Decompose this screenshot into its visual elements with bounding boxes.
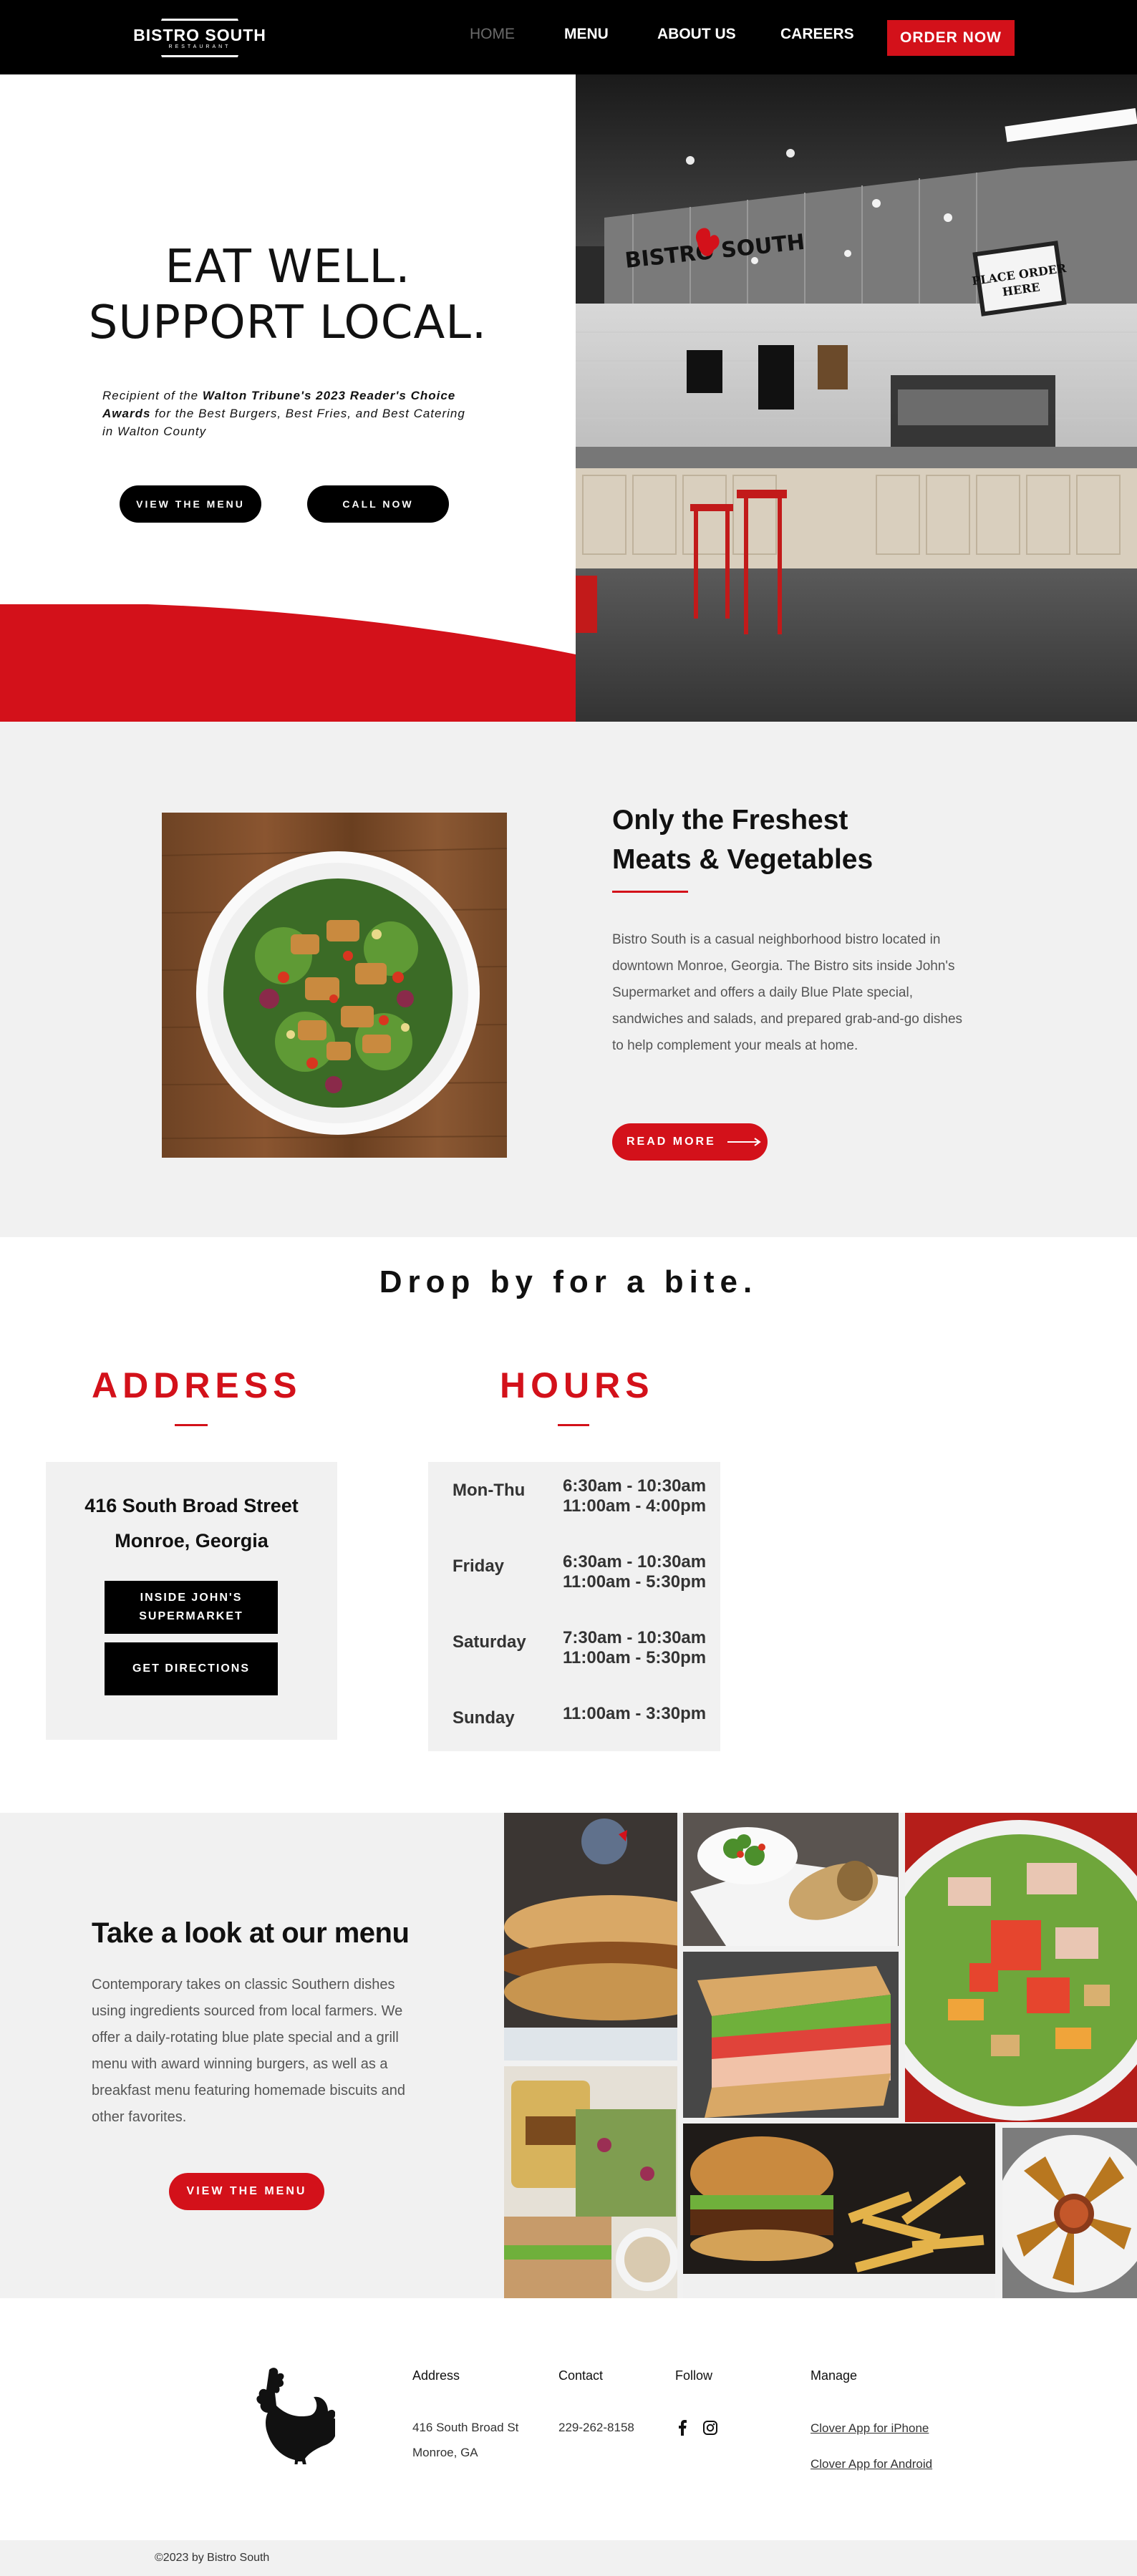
footer-follow-heading: Follow [675,2368,713,2383]
copyright-bar: ©2023 by Bistro South [0,2540,1137,2576]
red-wave-decoration [0,604,576,722]
facebook-icon[interactable] [678,2420,687,2436]
hours-time: 6:30am - 10:30am 11:00am - 4:00pm [563,1476,706,1516]
gallery-club-sandwich[interactable] [683,1952,899,2118]
salad-photo [161,813,508,1158]
footer-phone[interactable]: 229-262-8158 [558,2415,634,2440]
menu-heading: Take a look at our menu [92,1917,410,1949]
hero-title: EAT WELL. SUPPORT LOCAL. [0,239,576,351]
logo[interactable]: BISTRO SOUTH RESTAURANT [133,16,266,60]
read-more-button[interactable]: READ MORE [612,1123,768,1161]
address-heading: ADDRESS [92,1365,302,1405]
logo-subtext: RESTAURANT [168,44,231,49]
top-nav: BISTRO SOUTH RESTAURANT HOME MENU ABOUT … [0,0,1137,74]
hero-text-panel: EAT WELL. SUPPORT LOCAL. Recipient of th… [0,74,576,722]
rooster-icon [256,2368,335,2464]
fresh-heading-line2: Meats & Vegetables [612,844,874,875]
menu-section: Take a look at our menu Contemporary tak… [0,1813,1137,2298]
hours-time-2: 11:00am - 5:30pm [563,1572,707,1592]
hours-heading: HOURS [500,1365,654,1405]
view-menu-button[interactable]: VIEW THE MENU [169,2173,324,2210]
menu-description: Contemporary takes on classic Southern d… [92,1977,406,2125]
hours-card: Mon-Thu 6:30am - 10:30am 11:00am - 4:00pm… [428,1462,720,1751]
visit-section: Drop by for a bite. ADDRESS HOURS 416 So… [0,1237,1137,1813]
hours-time-1: 11:00am - 3:30pm [563,1704,707,1723]
fresh-heading-line1: Only the Freshest [612,805,848,836]
burger-fries-image [683,2124,995,2298]
inside-johns-button[interactable]: INSIDE JOHN'S SUPERMARKET [105,1581,278,1634]
copyright-text: ©2023 by Bistro South [155,2552,270,2564]
gallery-chicken-biscuit[interactable] [504,1813,677,2061]
hero-title-line1: EAT WELL. [165,241,411,294]
gallery-appetizer[interactable] [1002,2128,1137,2298]
view-menu-button[interactable]: VIEW THE MENU [120,485,261,523]
wrap-salad-image [683,1813,899,1946]
gallery-wrap-salad[interactable] [683,1813,899,1946]
award-prefix: Recipient of the [102,389,203,402]
award-text: Recipient of the Walton Tribune's 2023 R… [102,387,475,440]
hours-time-1: 6:30am - 10:30am [563,1552,707,1572]
hours-time: 11:00am - 3:30pm [563,1704,706,1724]
footer-address-line2: Monroe, GA [412,2446,478,2459]
nav-menu[interactable]: MENU [564,26,609,43]
get-directions-button[interactable]: GET DIRECTIONS [105,1642,278,1695]
cobb-salad-image [905,1813,1137,2122]
hero-title-line2: SUPPORT LOCAL. [88,296,488,349]
clover-android-link[interactable]: Clover App for Android [811,2457,932,2471]
footer-manage-heading: Manage [811,2368,858,2383]
hero-section: EAT WELL. SUPPORT LOCAL. Recipient of th… [0,74,1137,722]
footer-address-heading: Address [412,2368,460,2383]
footer: Address 416 South Broad St Monroe, GA Co… [0,2298,1137,2540]
footer-contact-heading: Contact [558,2368,604,2383]
footer-address: 416 South Broad St Monroe, GA [412,2415,518,2465]
gallery-salad-chips[interactable] [504,2066,677,2298]
hours-day: Mon-Thu [453,1481,526,1500]
hours-time-1: 7:30am - 10:30am [563,1628,707,1647]
salad-image [161,848,508,1139]
club-sandwich-image [683,1952,899,2118]
street-address: 416 South Broad Street [84,1495,299,1516]
hours-day: Saturday [453,1632,526,1652]
nav-home[interactable]: HOME [470,26,515,43]
hours-time-2: 11:00am - 4:00pm [563,1496,707,1516]
address-divider [175,1424,208,1426]
hours-time-2: 11:00am - 5:30pm [563,1648,707,1667]
call-now-button[interactable]: CALL NOW [307,485,449,523]
appetizer-image [1002,2128,1137,2298]
address-card: 416 South Broad Street Monroe, Georgia I… [46,1462,337,1740]
hours-day: Sunday [453,1708,515,1728]
clover-iphone-link[interactable]: Clover App for iPhone [811,2421,929,2436]
award-suffix: for the Best Burgers, Best Fries, and Be… [102,407,465,438]
hours-divider [558,1424,589,1426]
freshest-section: Only the Freshest Meats & Vegetables Bis… [0,722,1137,1237]
instagram-icon[interactable] [703,2421,717,2435]
hours-day: Friday [453,1556,505,1576]
restaurant-photo: PLACE ORDER HERE BISTRO SOUTH [576,74,1137,722]
hours-time: 7:30am - 10:30am 11:00am - 5:30pm [563,1628,706,1668]
heading-divider [612,891,688,893]
restaurant-interior-image: PLACE ORDER HERE BISTRO SOUTH [576,74,1137,722]
read-more-label: READ MORE [626,1136,716,1148]
nav-about-us[interactable]: ABOUT US [657,26,736,43]
fresh-heading: Only the Freshest Meats & Vegetables [612,800,970,879]
order-now-button[interactable]: ORDER NOW [887,20,1015,56]
fresh-description: Bistro South is a casual neighborhood bi… [612,932,963,1053]
visit-title: Drop by for a bite. [379,1264,758,1299]
arrow-right-icon [727,1138,761,1146]
salad-chips-image [504,2066,677,2298]
hours-time: 6:30am - 10:30am 11:00am - 5:30pm [563,1552,706,1592]
gallery-burger-fries[interactable] [683,2124,995,2298]
chicken-biscuit-image [504,1813,677,2061]
hours-time-1: 6:30am - 10:30am [563,1476,707,1496]
footer-address-line1: 416 South Broad St [412,2421,519,2434]
nav-careers[interactable]: CAREERS [780,26,854,43]
logo-text: BISTRO SOUTH [133,26,266,45]
gallery-cobb-salad[interactable] [905,1813,1137,2122]
city-state: Monroe, Georgia [115,1530,268,1551]
